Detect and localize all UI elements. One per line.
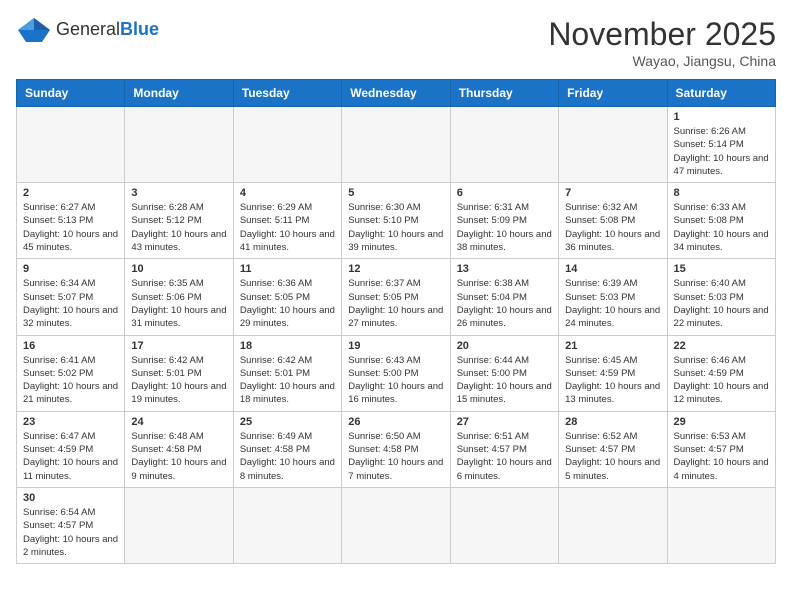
week-row-3: 9 Sunrise: 6:34 AMSunset: 5:07 PMDayligh… (17, 259, 776, 335)
day-number-1: 1 (674, 111, 769, 123)
day-17: 17 Sunrise: 6:42 AMSunset: 5:01 PMDaylig… (125, 335, 233, 411)
day-10: 10 Sunrise: 6:35 AMSunset: 5:06 PMDaylig… (125, 259, 233, 335)
day-15: 15 Sunrise: 6:40 AMSunset: 5:03 PMDaylig… (667, 259, 775, 335)
day-12: 12 Sunrise: 6:37 AMSunset: 5:05 PMDaylig… (342, 259, 450, 335)
empty-cell (667, 487, 775, 563)
day-20: 20 Sunrise: 6:44 AMSunset: 5:00 PMDaylig… (450, 335, 558, 411)
month-title: November 2025 (548, 16, 776, 53)
header-sunday: Sunday (17, 80, 125, 107)
empty-cell (125, 487, 233, 563)
page-header: GeneralBlue November 2025 Wayao, Jiangsu… (16, 16, 776, 69)
empty-cell (559, 107, 667, 183)
logo: GeneralBlue (16, 16, 159, 44)
day-28: 28 Sunrise: 6:52 AMSunset: 4:57 PMDaylig… (559, 411, 667, 487)
day-24: 24 Sunrise: 6:48 AMSunset: 4:58 PMDaylig… (125, 411, 233, 487)
week-row-4: 16 Sunrise: 6:41 AMSunset: 5:02 PMDaylig… (17, 335, 776, 411)
location: Wayao, Jiangsu, China (548, 53, 776, 69)
day-info-1: Sunrise: 6:26 AM Sunset: 5:14 PM Dayligh… (674, 125, 769, 178)
day-22: 22 Sunrise: 6:46 AMSunset: 4:59 PMDaylig… (667, 335, 775, 411)
empty-cell (233, 487, 341, 563)
day-18: 18 Sunrise: 6:42 AMSunset: 5:01 PMDaylig… (233, 335, 341, 411)
day-11: 11 Sunrise: 6:36 AMSunset: 5:05 PMDaylig… (233, 259, 341, 335)
week-row-2: 2 Sunrise: 6:27 AMSunset: 5:13 PMDayligh… (17, 183, 776, 259)
week-row-5: 23 Sunrise: 6:47 AMSunset: 4:59 PMDaylig… (17, 411, 776, 487)
header-tuesday: Tuesday (233, 80, 341, 107)
day-8: 8 Sunrise: 6:33 AMSunset: 5:08 PMDayligh… (667, 183, 775, 259)
empty-cell (342, 107, 450, 183)
day-5: 5 Sunrise: 6:30 AMSunset: 5:10 PMDayligh… (342, 183, 450, 259)
day-1: 1 Sunrise: 6:26 AM Sunset: 5:14 PM Dayli… (667, 107, 775, 183)
title-block: November 2025 Wayao, Jiangsu, China (548, 16, 776, 69)
day-7: 7 Sunrise: 6:32 AMSunset: 5:08 PMDayligh… (559, 183, 667, 259)
day-14: 14 Sunrise: 6:39 AMSunset: 5:03 PMDaylig… (559, 259, 667, 335)
week-row-6: 30 Sunrise: 6:54 AMSunset: 4:57 PMDaylig… (17, 487, 776, 563)
header-thursday: Thursday (450, 80, 558, 107)
day-6: 6 Sunrise: 6:31 AMSunset: 5:09 PMDayligh… (450, 183, 558, 259)
day-13: 13 Sunrise: 6:38 AMSunset: 5:04 PMDaylig… (450, 259, 558, 335)
day-21: 21 Sunrise: 6:45 AMSunset: 4:59 PMDaylig… (559, 335, 667, 411)
header-monday: Monday (125, 80, 233, 107)
header-friday: Friday (559, 80, 667, 107)
week-row-1: 1 Sunrise: 6:26 AM Sunset: 5:14 PM Dayli… (17, 107, 776, 183)
day-9: 9 Sunrise: 6:34 AMSunset: 5:07 PMDayligh… (17, 259, 125, 335)
day-30: 30 Sunrise: 6:54 AMSunset: 4:57 PMDaylig… (17, 487, 125, 563)
day-4: 4 Sunrise: 6:29 AMSunset: 5:11 PMDayligh… (233, 183, 341, 259)
day-3: 3 Sunrise: 6:28 AMSunset: 5:12 PMDayligh… (125, 183, 233, 259)
empty-cell (342, 487, 450, 563)
calendar: Sunday Monday Tuesday Wednesday Thursday… (16, 79, 776, 564)
day-19: 19 Sunrise: 6:43 AMSunset: 5:00 PMDaylig… (342, 335, 450, 411)
day-25: 25 Sunrise: 6:49 AMSunset: 4:58 PMDaylig… (233, 411, 341, 487)
weekday-header-row: Sunday Monday Tuesday Wednesday Thursday… (17, 80, 776, 107)
empty-cell (125, 107, 233, 183)
empty-cell (450, 487, 558, 563)
logo-icon (16, 16, 52, 44)
day-27: 27 Sunrise: 6:51 AMSunset: 4:57 PMDaylig… (450, 411, 558, 487)
day-2: 2 Sunrise: 6:27 AMSunset: 5:13 PMDayligh… (17, 183, 125, 259)
header-saturday: Saturday (667, 80, 775, 107)
empty-cell (450, 107, 558, 183)
day-26: 26 Sunrise: 6:50 AMSunset: 4:58 PMDaylig… (342, 411, 450, 487)
empty-cell (233, 107, 341, 183)
logo-text: GeneralBlue (56, 20, 159, 40)
empty-cell (17, 107, 125, 183)
empty-cell (559, 487, 667, 563)
header-wednesday: Wednesday (342, 80, 450, 107)
day-29: 29 Sunrise: 6:53 AMSunset: 4:57 PMDaylig… (667, 411, 775, 487)
day-23: 23 Sunrise: 6:47 AMSunset: 4:59 PMDaylig… (17, 411, 125, 487)
day-16: 16 Sunrise: 6:41 AMSunset: 5:02 PMDaylig… (17, 335, 125, 411)
